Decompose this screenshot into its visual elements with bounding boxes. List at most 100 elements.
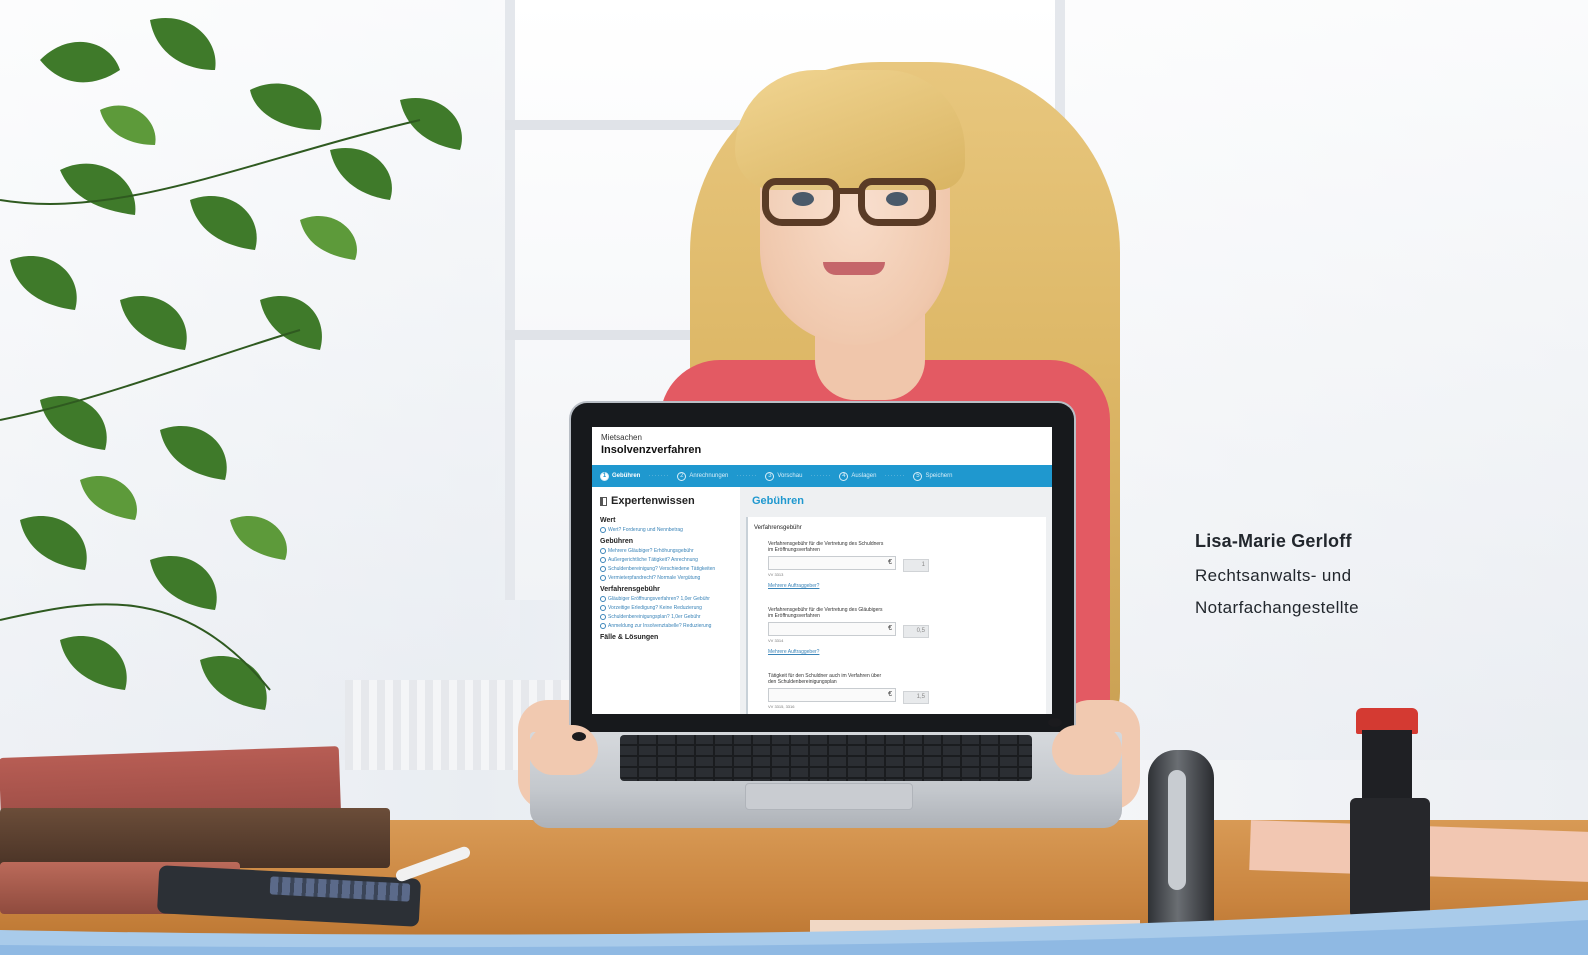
- sidebar-link[interactable]: Vermieterpfandrecht? Normale Vergütung: [600, 575, 732, 581]
- currency-label: €: [888, 625, 892, 632]
- fee-factor-input[interactable]: 0,5: [903, 625, 929, 638]
- book-icon: [600, 496, 607, 506]
- info-icon: [600, 575, 606, 581]
- fee-field-sub: VV 3314: [768, 638, 784, 643]
- fee-amount-input[interactable]: € 0,5: [768, 622, 929, 638]
- step-preview[interactable]: 3 Vorschau: [765, 471, 802, 481]
- photo-scene: Mietsachen Insolvenzverfahren 1 Gebühren …: [0, 0, 1588, 955]
- step-label: Gebühren: [612, 473, 641, 479]
- step-save[interactable]: 5 Speichern: [913, 471, 953, 481]
- hand-left: [528, 725, 598, 775]
- fee-amount-input[interactable]: € 1: [768, 556, 929, 572]
- fee-field: Tätigkeit für den Schuldner auch im Verf…: [768, 673, 998, 709]
- fee-factor-input[interactable]: 1,5: [903, 691, 929, 704]
- app-header: Mietsachen Insolvenzverfahren: [592, 427, 1052, 463]
- step-label: Auslagen: [851, 473, 877, 479]
- step-separator: ·······: [810, 473, 832, 479]
- fee-panel: Verfahrensgebühr Verfahrensgebühr für di…: [746, 517, 1046, 714]
- sidebar-link[interactable]: Außergerichtliche Tätigkeit? Anrechnung: [600, 557, 732, 563]
- main-title: Gebühren: [752, 495, 804, 507]
- sidebar-title: Expertenwissen: [600, 495, 732, 507]
- main-content: Gebühren Verfahrensgebühr Verfahrensgebü…: [740, 487, 1052, 714]
- sidebar-section: Gebühren Mehrere Gläubiger? Erhöhungsgeb…: [600, 538, 732, 581]
- laptop-screen: Mietsachen Insolvenzverfahren 1 Gebühren …: [592, 427, 1052, 714]
- step-number: 5: [913, 471, 923, 481]
- eye-left: [792, 192, 814, 206]
- fingernail: [1048, 718, 1062, 727]
- plant: [0, 18, 462, 710]
- book-middle: [0, 808, 390, 868]
- fingernail: [572, 732, 586, 741]
- multiple-clients-link[interactable]: Mehrere Auftraggeber?: [768, 583, 998, 589]
- sidebar-section: Wert Wert? Forderung und Nennbetrag: [600, 517, 732, 533]
- info-icon: [600, 605, 606, 611]
- sidebar-link[interactable]: Vorzeitige Erledigung? Keine Reduzierung: [600, 605, 732, 611]
- step-credits[interactable]: 2 Anrechnungen: [677, 471, 729, 481]
- sidebar-link-text: Schuldenbereinigungsplan? 1,0er Gebühr: [608, 614, 701, 620]
- app-title: Insolvenzverfahren: [601, 444, 702, 456]
- sidebar-link[interactable]: Gläubiger Eröffnungsverfahren? 1,0er Geb…: [600, 596, 732, 602]
- sidebar-link-text: Anmeldung zur Insolvenztabelle? Reduzier…: [608, 623, 712, 629]
- multiple-clients-link[interactable]: Mehrere Auftraggeber?: [768, 649, 998, 655]
- info-icon: [600, 548, 606, 554]
- step-label: Speichern: [925, 473, 953, 479]
- fee-field-sub: VV 3313: [768, 572, 784, 577]
- step-number: 1: [600, 471, 609, 481]
- sidebar-link[interactable]: Schuldenbereinigung? Verschiedene Tätigk…: [600, 566, 732, 572]
- step-fees[interactable]: 1 Gebühren: [600, 471, 641, 481]
- sidebar-link-text: Mehrere Gläubiger? Erhöhungsgebühr: [608, 548, 694, 554]
- caption-role-line: Notarfachangestellte: [1195, 598, 1359, 617]
- step-separator: ·······: [648, 473, 670, 479]
- sidebar-link-text: Vorzeitige Erledigung? Keine Reduzierung: [608, 605, 702, 611]
- step-number: 4: [839, 471, 849, 481]
- sidebar-link-text: Gläubiger Eröffnungsverfahren? 1,0er Geb…: [608, 596, 710, 602]
- caption-name: Lisa-Marie Gerloff: [1195, 531, 1352, 551]
- sidebar-section: Fälle & Lösungen: [600, 634, 732, 641]
- fee-field-label: Tätigkeit für den Schuldner auch im Verf…: [768, 673, 882, 685]
- stapler-highlight: [1168, 770, 1186, 890]
- expert-sidebar: Expertenwissen Wert Wert? Forderung und …: [592, 487, 740, 714]
- sidebar-section-heading: Gebühren: [600, 538, 634, 545]
- fee-field-label: Verfahrensgebühr für die Vertretung des …: [768, 607, 883, 619]
- sidebar-link[interactable]: Wert? Forderung und Nennbetrag: [600, 527, 732, 533]
- hand-right: [1052, 725, 1122, 775]
- step-expenses[interactable]: 4 Auslagen: [839, 471, 877, 481]
- fee-field-sub: VV 3315, 3316: [768, 704, 795, 709]
- laptop-touchpad: [745, 783, 913, 810]
- info-icon: [600, 527, 606, 533]
- sidebar-link-text: Schuldenbereinigung? Verschiedene Tätigk…: [608, 566, 716, 572]
- step-number: 3: [765, 471, 775, 481]
- caption: Lisa-Marie Gerloff Rechtsanwalts- und No…: [1195, 531, 1359, 624]
- fee-factor-input[interactable]: 1: [903, 559, 929, 572]
- sidebar-link-text: Außergerichtliche Tätigkeit? Anrechnung: [608, 557, 698, 563]
- sidebar-title-text: Expertenwissen: [611, 495, 695, 507]
- mouth: [823, 262, 885, 275]
- sidebar-section-heading: Wert: [600, 517, 616, 524]
- info-icon: [600, 557, 606, 563]
- stamp-handle: [1362, 730, 1412, 802]
- sidebar-section-heading: Verfahrensgebühr: [600, 586, 660, 593]
- laptop-keyboard: [620, 735, 1032, 781]
- sidebar-link-text: Vermieterpfandrecht? Normale Vergütung: [608, 575, 701, 581]
- panel-heading: Verfahrensgebühr: [754, 525, 802, 531]
- app-breadcrumb[interactable]: Mietsachen: [601, 433, 642, 442]
- fee-field: Verfahrensgebühr für die Vertretung des …: [768, 541, 998, 589]
- blue-wave-decoration: [0, 900, 1588, 955]
- step-label: Anrechnungen: [689, 473, 729, 479]
- info-icon: [600, 623, 606, 629]
- step-separator: ·······: [736, 473, 758, 479]
- currency-label: €: [888, 691, 892, 698]
- sidebar-link[interactable]: Schuldenbereinigungsplan? 1,0er Gebühr: [600, 614, 732, 620]
- currency-label: €: [888, 559, 892, 566]
- curtain-right: [1060, 0, 1588, 760]
- hair-bangs: [735, 70, 965, 190]
- step-separator: ·······: [884, 473, 906, 479]
- info-icon: [600, 596, 606, 602]
- sidebar-link[interactable]: Mehrere Gläubiger? Erhöhungsgebühr: [600, 548, 732, 554]
- fee-field-label: Verfahrensgebühr für die Vertretung des …: [768, 541, 884, 553]
- glasses-bridge: [834, 188, 860, 194]
- step-number: 2: [677, 471, 687, 481]
- sidebar-link-text: Wert? Forderung und Nennbetrag: [608, 527, 683, 533]
- fee-amount-input[interactable]: € 1,5: [768, 688, 929, 704]
- sidebar-link[interactable]: Anmeldung zur Insolvenztabelle? Reduzier…: [600, 623, 732, 629]
